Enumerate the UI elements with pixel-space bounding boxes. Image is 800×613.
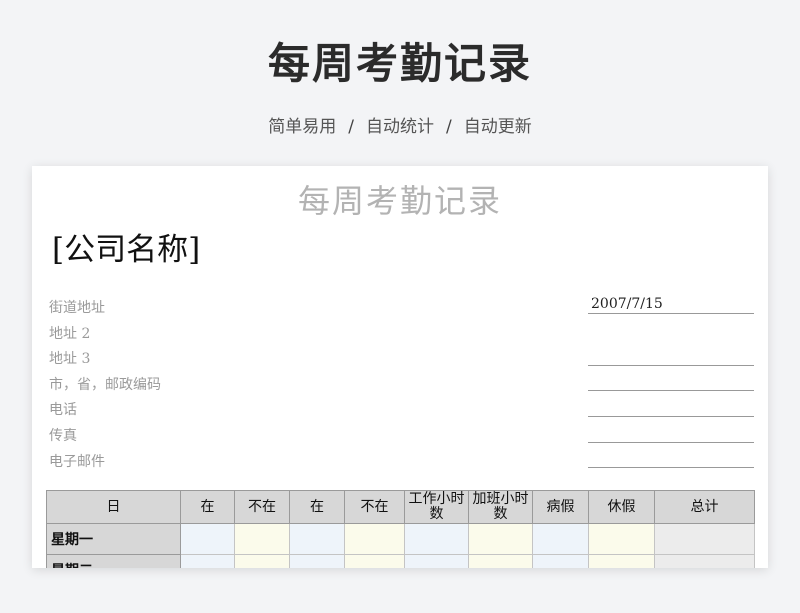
cell-in[interactable] [180,523,235,555]
cell-sick-leave[interactable] [532,523,589,555]
cell-in-2[interactable] [289,523,345,555]
col-header-in: 在 [180,490,235,524]
col-header-in-2: 在 [289,490,345,524]
feature-auto-update: 自动更新 [463,117,532,137]
cell-out[interactable] [234,523,290,555]
street-address[interactable]: 街道地址 [49,297,105,317]
table-header-row: 日 在 不在 在 不在 工作小时数 加班小时数 病假 休假 总计 [46,490,755,524]
attendance-table: 日 在 不在 在 不在 工作小时数 加班小时数 病假 休假 总计 星期一 [46,490,755,568]
city-province-zip[interactable]: 市，省，邮政编码 [49,374,161,394]
col-header-day: 日 [46,490,181,524]
feature-auto-stats: 自动统计 [366,117,434,137]
date-field[interactable]: 2007/7/15 [588,296,754,314]
email[interactable]: 电子邮件 [49,451,105,471]
cell-overtime[interactable] [468,523,533,555]
col-header-overtime: 加班小时数 [468,490,533,524]
col-header-total: 总计 [654,490,755,524]
cell-out-2[interactable] [344,523,405,555]
cell-total [654,554,755,568]
feature-tagline: 简单易用 / 自动统计 / 自动更新 [0,112,800,137]
col-header-out-2: 不在 [344,490,405,524]
col-header-work-hours: 工作小时数 [404,490,469,524]
col-header-vacation: 休假 [588,490,655,524]
cell-sick-leave[interactable] [532,554,589,568]
col-header-sick-leave: 病假 [532,490,589,524]
cell-in[interactable] [180,554,235,568]
row-day-label: 星期二 [46,554,181,568]
page-title: 每周考勤记录 [267,39,532,88]
company-name[interactable]: [公司名称] [52,224,200,269]
sheet-title: 每周考勤记录 [297,182,502,220]
blank-field-2[interactable] [588,373,754,391]
fax[interactable]: 传真 [49,425,77,445]
blank-field-1[interactable] [588,348,754,366]
table-row: 星期一 [46,523,755,555]
table-row: 星期二 [46,554,755,568]
cell-work-hours[interactable] [404,554,469,568]
cell-work-hours[interactable] [404,523,469,555]
separator: / [446,117,452,137]
cell-out-2[interactable] [344,554,405,568]
feature-easy: 简单易用 [268,117,337,137]
blank-field-3[interactable] [588,399,754,417]
phone[interactable]: 电话 [49,399,77,419]
blank-field-5[interactable] [588,450,754,468]
cell-total [654,523,755,555]
address-line-2[interactable]: 地址 2 [49,323,90,343]
separator: / [348,117,354,137]
address-line-3[interactable]: 地址 3 [49,348,90,368]
spreadsheet-preview: 每周考勤记录 [公司名称] 街道地址 地址 2 地址 3 市，省，邮政编码 电话… [32,166,768,568]
row-day-label: 星期一 [46,523,181,555]
col-header-out: 不在 [234,490,290,524]
cell-overtime[interactable] [468,554,533,568]
cell-in-2[interactable] [289,554,345,568]
cell-out[interactable] [234,554,290,568]
blank-field-4[interactable] [588,425,754,443]
cell-vacation[interactable] [588,554,655,568]
cell-vacation[interactable] [588,523,655,555]
